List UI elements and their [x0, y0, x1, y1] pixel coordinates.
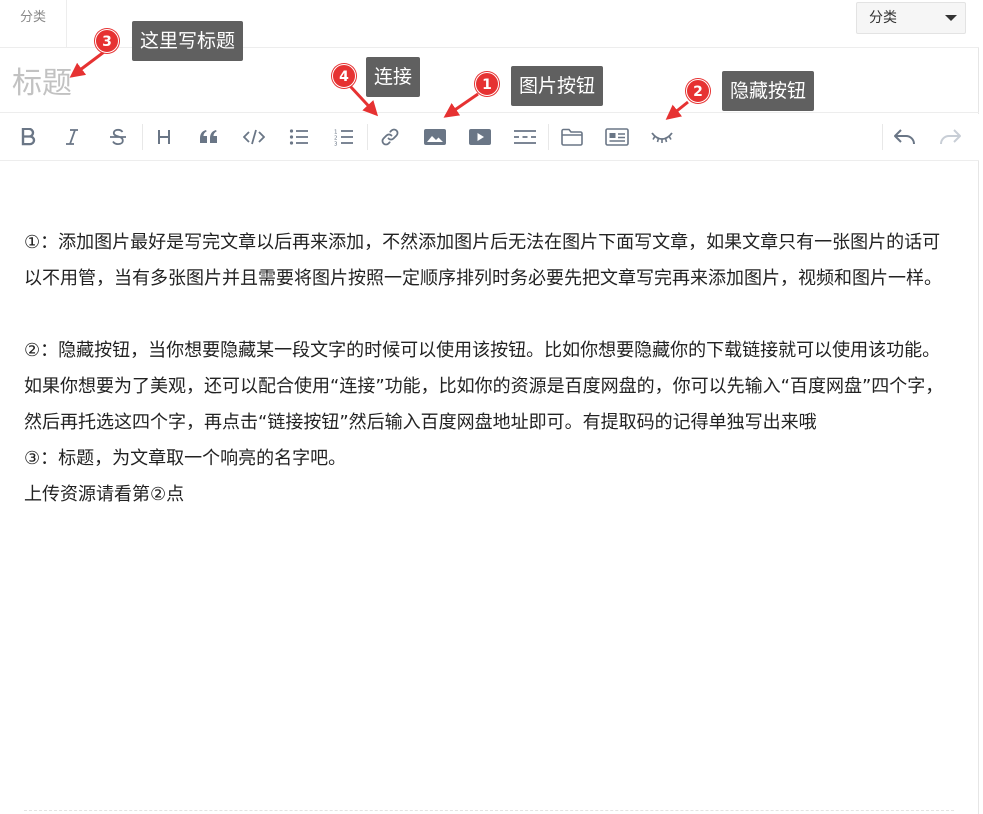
- strikethrough-icon: [110, 128, 126, 146]
- image-button[interactable]: [420, 122, 450, 152]
- video-button[interactable]: [465, 122, 495, 152]
- quote-button[interactable]: [194, 122, 224, 152]
- unordered-list-icon: [289, 129, 308, 145]
- video-icon: [469, 129, 491, 145]
- editor-content[interactable]: ①：添加图片最好是写完文章以后再来添加，不然添加图片后无法在图片下面写文章，如果…: [24, 225, 954, 513]
- bold-icon: [21, 128, 36, 146]
- annotation-badge-4: 4: [332, 64, 356, 88]
- annotation-tip-title: 这里写标题: [132, 21, 244, 61]
- redo-icon: [940, 129, 961, 145]
- italic-icon: [66, 129, 78, 145]
- category-select-value: 分类: [869, 10, 897, 26]
- content-paragraph: ②：隐藏按钮，当你想要隐藏某一段文字的时候可以使用该按钮。比如你想要隐藏你的下载…: [24, 340, 944, 433]
- strikethrough-button[interactable]: [103, 122, 133, 152]
- caret-down-icon: [945, 15, 957, 21]
- toolbar-separator: [367, 124, 368, 150]
- undo-icon: [894, 129, 915, 145]
- hide-icon: [651, 132, 673, 143]
- annotation-badge-3: 3: [95, 29, 119, 53]
- code-button[interactable]: [239, 122, 269, 152]
- heading-icon: [158, 130, 170, 144]
- hide-button[interactable]: [647, 122, 677, 152]
- annotation-tip-image: 图片按钮: [511, 66, 604, 106]
- svg-text:3: 3: [334, 142, 338, 147]
- content-paragraph: 上传资源请看第②点: [24, 484, 185, 505]
- folder-button[interactable]: [557, 122, 587, 152]
- annotation-badge-2: 2: [686, 79, 710, 103]
- category-select[interactable]: 分类: [856, 2, 966, 34]
- bold-button[interactable]: [13, 122, 43, 152]
- category-label: 分类: [0, 0, 67, 48]
- content-paragraph: ③：标题，为文章取一个响亮的名字吧。: [24, 448, 347, 469]
- undo-button[interactable]: [890, 122, 920, 152]
- toolbar-separator: [882, 124, 883, 150]
- card-icon: [605, 128, 629, 146]
- heading-button[interactable]: [149, 122, 179, 152]
- annotation-tip-hide: 隐藏按钮: [722, 71, 815, 111]
- italic-button[interactable]: [57, 122, 87, 152]
- horizontal-rule-icon: [514, 130, 536, 144]
- image-icon: [424, 129, 446, 145]
- folder-icon: [561, 128, 583, 146]
- horizontal-rule-button[interactable]: [510, 122, 540, 152]
- redo-button[interactable]: [935, 122, 965, 152]
- content-paragraph: ①：添加图片最好是写完文章以后再来添加，不然添加图片后无法在图片下面写文章，如果…: [24, 232, 942, 289]
- toolbar-separator: [548, 124, 549, 150]
- quote-icon: [200, 130, 217, 143]
- code-icon: [243, 129, 265, 145]
- content-bottom-border: [24, 810, 954, 811]
- link-button[interactable]: [375, 122, 405, 152]
- ordered-list-icon: 123: [334, 130, 353, 147]
- editor-page: 分类 分类 123: [0, 0, 979, 814]
- ordered-list-button[interactable]: 123: [329, 122, 359, 152]
- editor-toolbar: 123: [0, 114, 979, 161]
- link-icon: [381, 128, 399, 146]
- unordered-list-button[interactable]: [284, 122, 314, 152]
- card-button[interactable]: [602, 122, 632, 152]
- annotation-tip-link: 连接: [366, 57, 421, 97]
- annotation-badge-1: 1: [475, 72, 499, 96]
- toolbar-separator: [142, 124, 143, 150]
